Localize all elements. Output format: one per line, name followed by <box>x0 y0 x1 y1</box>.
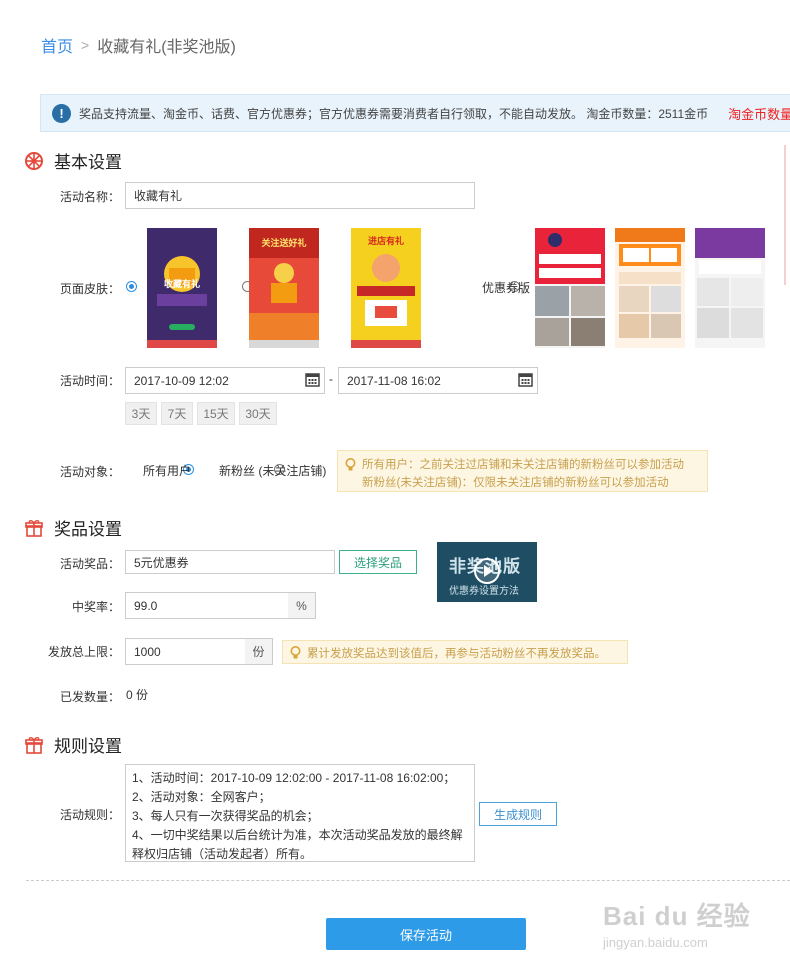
target-tip-line-2: 新粉丝(未关注店铺)：仅限未关注店铺的新粉丝可以参加活动 <box>362 477 669 489</box>
quick-15-days-button[interactable]: 15天 <box>197 402 235 425</box>
notice-red-text: 淘金币数量 <box>728 106 790 122</box>
choose-prize-button[interactable]: 选择奖品 <box>339 550 417 574</box>
section-prize-title: 奖品设置 <box>54 520 122 539</box>
issued-count-value: 0 份 <box>126 688 149 702</box>
watermark-brand: Bai du 经验 <box>603 901 751 931</box>
win-rate-label: 中奖率： <box>71 600 120 614</box>
target-tip-box: 所有用户：之前关注过店铺和未关注店铺的新粉丝可以参加活动 新粉丝(未关注店铺)：… <box>337 450 708 492</box>
generate-rules-button[interactable]: 生成规则 <box>479 802 557 826</box>
calendar-icon[interactable] <box>518 372 533 387</box>
end-time-value: 2017-11-08 16:02 <box>347 373 441 388</box>
breadcrumb-home-link[interactable]: 首页 <box>41 33 73 57</box>
coupon-skin-3-art <box>695 228 765 338</box>
skin-radio-1[interactable] <box>126 281 137 292</box>
time-separator: - <box>329 372 333 386</box>
save-activity-button[interactable]: 保存活动 <box>326 918 526 950</box>
bulb-icon <box>290 646 301 659</box>
baidu-watermark: Bai du 经验 jingyan.baidu.com <box>603 896 753 956</box>
section-rules-title: 规则设置 <box>54 737 122 756</box>
quick-7-days-button[interactable]: 7天 <box>161 402 193 425</box>
activity-name-input[interactable]: 收藏有礼 <box>125 182 475 209</box>
play-icon <box>474 558 500 584</box>
target-all-label: 所有用户 <box>143 464 192 478</box>
activity-time-label: 活动时间： <box>59 374 120 388</box>
coupon-skin-preview-3[interactable] <box>695 228 765 348</box>
total-limit-label: 发放总上限： <box>47 645 120 659</box>
rules-textarea[interactable]: 1、活动时间：2017-10-09 12:02:00 - 2017-11-08 … <box>125 764 475 862</box>
skin-3-title: 进店有礼 <box>367 236 404 246</box>
skin-1-title: 收藏有礼 <box>163 279 200 289</box>
rule-line: 释权归店铺（活动发起者）所有。 <box>132 847 313 861</box>
divider <box>26 880 790 881</box>
notice-text: 奖品支持流量、淘金币、话费、官方优惠券；官方优惠券需要消费者自行领取，不能自动发… <box>79 106 709 121</box>
start-time-value: 2017-10-09 12:02 <box>134 373 229 388</box>
video-tutorial-thumbnail[interactable]: 非奖池版 优惠券设置方法 <box>437 542 537 602</box>
skin-label: 页面皮肤： <box>59 282 120 296</box>
quick-3-days-button[interactable]: 3天 <box>125 402 157 425</box>
section-prize-header: 奖品设置 <box>24 515 122 540</box>
breadcrumb-separator: > <box>81 37 90 53</box>
skin-preview-2[interactable]: 关注送好礼 <box>249 228 319 348</box>
issued-count-label: 已发数量： <box>59 690 120 704</box>
gift-icon <box>25 736 43 754</box>
rule-line: 3、每人只有一次获得奖品的机会； <box>132 809 319 823</box>
activity-target-label: 活动对象： <box>59 465 120 479</box>
gift-icon <box>25 519 43 537</box>
target-new-label: 新粉丝 (未关注店铺) <box>219 464 327 478</box>
section-basic-title: 基本设置 <box>54 153 122 172</box>
activity-name-label: 活动名称： <box>59 190 120 204</box>
notice-bar: ! 奖品支持流量、淘金币、话费、官方优惠券；官方优惠券需要消费者自行领取，不能自… <box>40 94 790 132</box>
calendar-icon[interactable] <box>305 372 320 387</box>
prize-label: 活动奖品： <box>59 557 120 571</box>
win-rate-unit: % <box>288 592 316 619</box>
watermark-url: jingyan.baidu.com <box>603 935 708 950</box>
skin-2-title: 关注送好礼 <box>261 238 307 248</box>
coupon-skin-1-art <box>535 228 605 346</box>
limit-tip-box: 累计发放奖品达到该值后，再参与活动粉丝不再发放奖品。 <box>282 640 628 664</box>
section-basic-header: 基本设置 <box>24 148 122 173</box>
coupon-skin-preview-1[interactable] <box>535 228 605 348</box>
rule-line: 1、活动时间：2017-10-09 12:02:00 - 2017-11-08 … <box>132 771 456 785</box>
skin-preview-1[interactable]: 收藏有礼 <box>147 228 217 348</box>
target-tip-line-1: 所有用户：之前关注过店铺和未关注店铺的新粉丝可以参加活动 <box>362 459 684 471</box>
rule-line: 2、活动对象：全网客户； <box>132 790 271 804</box>
info-icon: ! <box>52 103 71 123</box>
breadcrumb: 首页 > 收藏有礼(非奖池版) <box>41 33 236 57</box>
coupon-skin-2-art <box>615 228 685 338</box>
video-caption: 优惠券设置方法 <box>449 586 519 597</box>
coupon-skin-label: 优惠券版 <box>482 281 531 295</box>
scroll-edge <box>784 145 786 285</box>
rule-line: 4、一切中奖结果以后台统计为准，本次活动奖品发放的最终解 <box>132 828 463 842</box>
end-time-input[interactable]: 2017-11-08 16:02 <box>338 367 538 394</box>
breadcrumb-current: 收藏有礼(非奖池版) <box>97 39 236 56</box>
wheel-icon <box>25 151 43 170</box>
section-rules-header: 规则设置 <box>24 732 122 757</box>
total-limit-input[interactable]: 1000 <box>125 638 246 665</box>
skin-preview-3[interactable]: 进店有礼 <box>351 228 421 348</box>
start-time-input[interactable]: 2017-10-09 12:02 <box>125 367 325 394</box>
rules-label: 活动规则： <box>59 808 120 822</box>
total-limit-unit: 份 <box>245 638 273 665</box>
coupon-skin-preview-2[interactable] <box>615 228 685 348</box>
prize-input[interactable]: 5元优惠券 <box>125 550 335 574</box>
bulb-icon <box>345 458 356 471</box>
limit-tip-text: 累计发放奖品达到该值后，再参与活动粉丝不再发放奖品。 <box>307 648 606 660</box>
win-rate-input[interactable]: 99.0 <box>125 592 289 619</box>
quick-30-days-button[interactable]: 30天 <box>239 402 277 425</box>
